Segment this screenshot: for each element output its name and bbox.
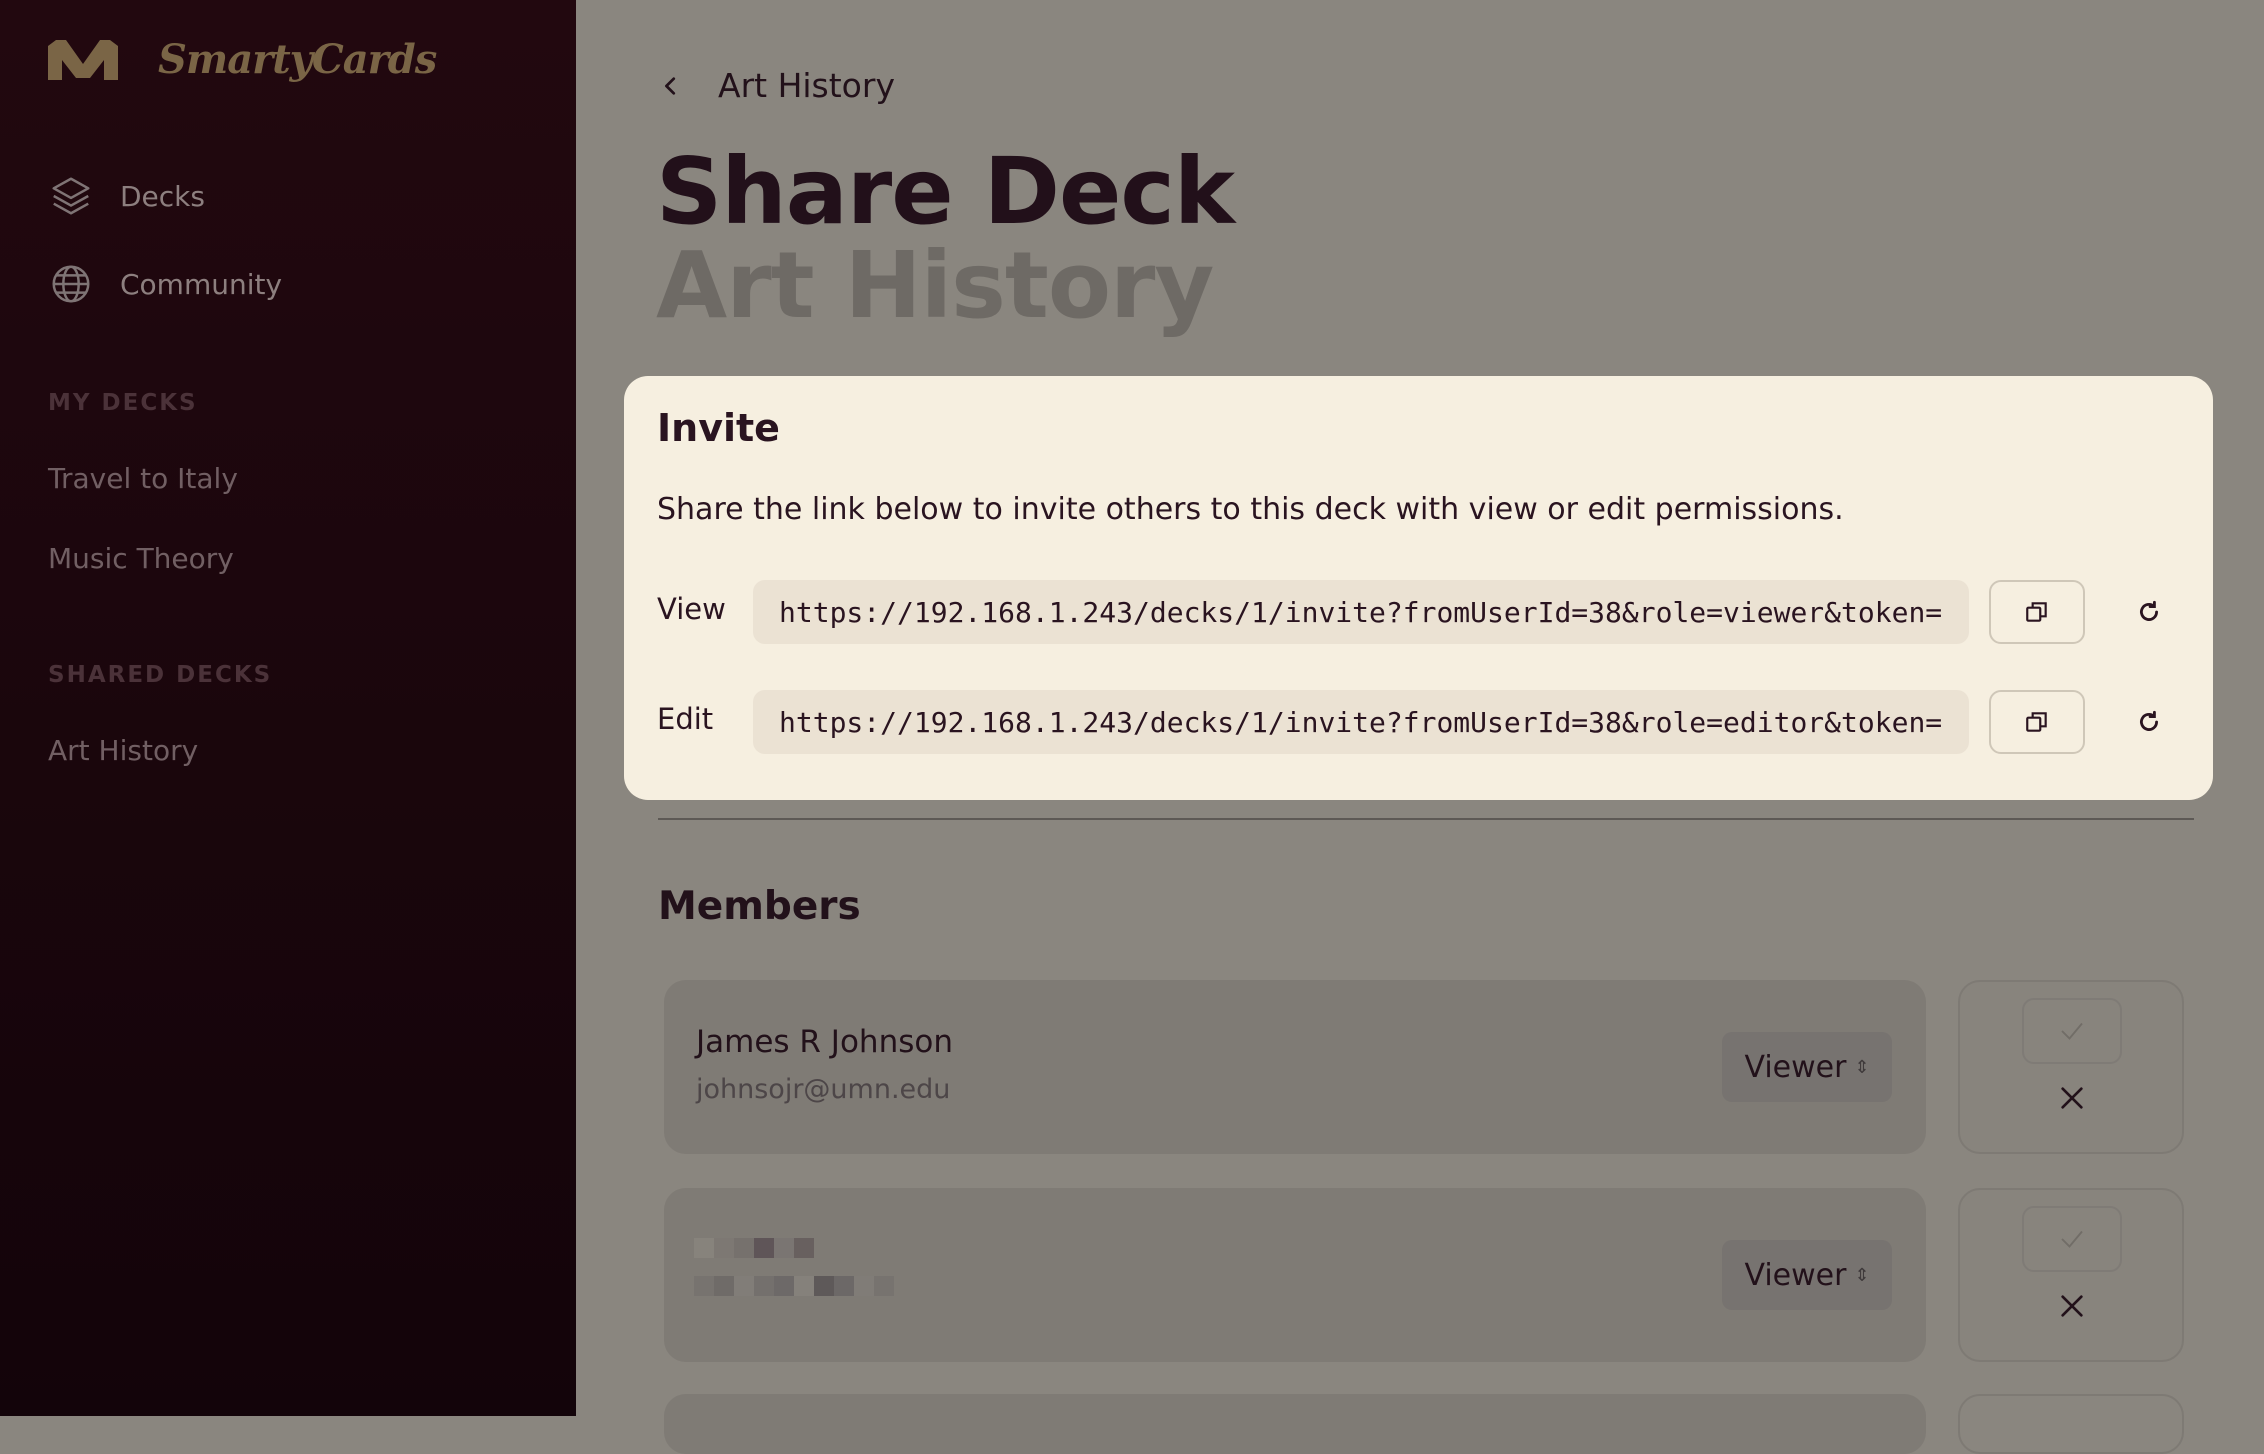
- invite-description: Share the link below to invite others to…: [657, 492, 1844, 527]
- sidebar-deck-art-history[interactable]: Art History: [48, 734, 198, 767]
- chevron-left-icon: [665, 76, 676, 95]
- refresh-icon: [2140, 600, 2158, 621]
- edit-link-field[interactable]: [753, 690, 1969, 754]
- member-name: James R Johnson: [696, 1024, 953, 1060]
- view-link-label: View: [657, 592, 726, 626]
- role-select[interactable]: Viewer ⇕: [1722, 1240, 1892, 1310]
- approve-button[interactable]: [2022, 1206, 2122, 1272]
- members-heading: Members: [658, 884, 861, 929]
- check-icon: [2061, 1230, 2083, 1248]
- sidebar-deck-travel-to-italy[interactable]: Travel to Italy: [48, 462, 238, 495]
- copy-edit-link-button[interactable]: [1989, 690, 2085, 754]
- member-card: James R Johnson johnsojr@umn.edu Viewer …: [664, 980, 1926, 1154]
- regenerate-edit-link-button[interactable]: [2132, 705, 2166, 739]
- sidebar-deck-music-theory[interactable]: Music Theory: [48, 542, 234, 575]
- shared-decks-heading: SHARED DECKS: [48, 662, 273, 688]
- nav-community[interactable]: Community: [48, 254, 282, 314]
- role-select-value: Viewer: [1744, 1049, 1847, 1085]
- check-icon: [2061, 1022, 2083, 1040]
- sidebar: SmartyCards Decks Community MY DECKS Tra…: [0, 0, 576, 1416]
- nav-decks[interactable]: Decks: [48, 166, 205, 226]
- regenerate-view-link-button[interactable]: [2132, 595, 2166, 629]
- invite-title: Invite: [657, 406, 780, 450]
- copy-icon: [2026, 602, 2047, 622]
- member-card: [664, 1394, 1926, 1454]
- member-actions: [1958, 1394, 2184, 1454]
- nav-community-label: Community: [120, 267, 283, 301]
- redacted-name: [694, 1238, 814, 1258]
- copy-view-link-button[interactable]: [1989, 580, 2085, 644]
- member-actions: [1958, 1188, 2184, 1362]
- breadcrumb[interactable]: Art History: [660, 66, 895, 105]
- member-actions: [1958, 980, 2184, 1154]
- member-email: johnsojr@umn.edu: [696, 1074, 951, 1105]
- edit-link-label: Edit: [657, 702, 714, 736]
- layers-icon: [52, 177, 90, 215]
- refresh-icon: [2140, 710, 2158, 731]
- role-select[interactable]: Viewer ⇕: [1722, 1032, 1892, 1102]
- globe-icon: [52, 265, 90, 303]
- updown-chevron-icon: ⇕: [1854, 1264, 1870, 1286]
- member-card: Viewer ⇕: [664, 1188, 1926, 1362]
- copy-icon: [2026, 712, 2047, 732]
- divider: [658, 818, 2194, 820]
- role-select-value: Viewer: [1744, 1257, 1847, 1293]
- logo-icon: [48, 40, 118, 80]
- nav-decks-label: Decks: [120, 179, 205, 213]
- updown-chevron-icon: ⇕: [1854, 1056, 1870, 1078]
- breadcrumb-label: Art History: [718, 66, 895, 105]
- brand-name: SmartyCards: [158, 36, 437, 83]
- page-subtitle: Art History: [656, 232, 1214, 339]
- remove-member-icon[interactable]: [2056, 1290, 2088, 1322]
- invite-dialog: Invite Share the link below to invite ot…: [624, 376, 2213, 800]
- view-link-field[interactable]: [753, 580, 1969, 644]
- my-decks-heading: MY DECKS: [48, 390, 198, 416]
- redacted-email: [694, 1276, 894, 1296]
- approve-button[interactable]: [2022, 998, 2122, 1064]
- remove-member-icon[interactable]: [2056, 1082, 2088, 1114]
- page-title: Share Deck: [656, 138, 1235, 245]
